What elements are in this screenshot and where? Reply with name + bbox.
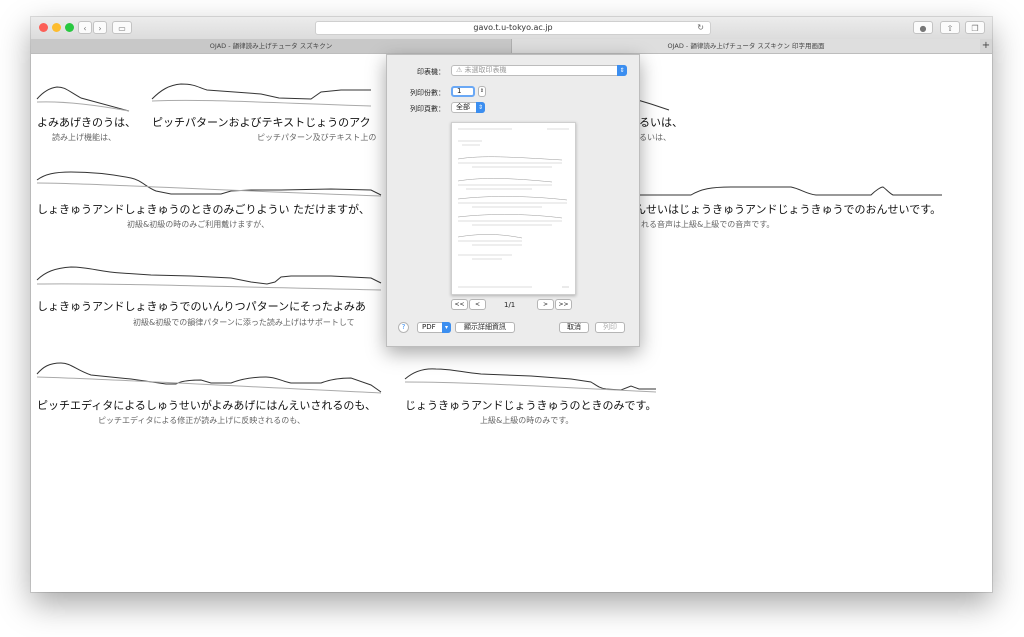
sidebar-icon: ▭: [118, 24, 126, 33]
sentence-reading: ピッチパターンおよびテキストじょうのアク: [152, 116, 371, 129]
pages-value: 全部: [456, 103, 470, 111]
chevron-updown-icon: ⇕: [617, 65, 627, 76]
double-chevron-left-icon: <<: [454, 301, 465, 308]
sentence-gloss: 読み上げ機能は、: [52, 133, 116, 142]
help-icon: ?: [401, 323, 406, 331]
sentence-gloss: ピッチパターン及びテキスト上の: [257, 133, 377, 142]
sentence-gloss: ピッチエディタによる修正が読み上げに反映されるのも、: [98, 416, 305, 425]
reader-button[interactable]: ●: [913, 21, 933, 34]
plus-icon: +: [981, 40, 991, 51]
address-bar[interactable]: gavo.t.u-tokyo.ac.jp ↻: [315, 21, 711, 35]
sentence-reading: しょきゅうアンドしょきゅうのときのみごりようい ただけますが、: [37, 203, 370, 216]
preview-thumbnail: [457, 128, 569, 288]
page-preview: [451, 122, 576, 295]
pages-select[interactable]: 全部 ⇕: [451, 102, 485, 113]
stepper-icon: ⇕: [479, 88, 485, 94]
pdf-menu-button[interactable]: PDF ▾: [417, 322, 451, 333]
sentence-gloss: るいは、: [639, 133, 671, 142]
sentence-reading: るいは、: [639, 116, 683, 129]
zoom-window-button[interactable]: [65, 23, 74, 32]
print-dialog: 印表機： ⚠ 未選取印表機 ⇕ 列印份數： 1 ⇕ 列印頁數： 全部 ⇕ << …: [386, 54, 640, 347]
cancel-label: 取消: [567, 323, 581, 331]
next-page-button[interactable]: >: [537, 299, 554, 310]
tabs-icon: ❐: [971, 24, 979, 33]
reload-icon[interactable]: ↻: [697, 22, 704, 34]
copies-stepper[interactable]: ⇕: [478, 86, 486, 97]
info-icon: ●: [919, 24, 927, 33]
sentence-gloss: 初級&初級の時のみご利用戴けますが、: [127, 220, 270, 229]
show-details-label: 顯示詳細資訊: [464, 323, 506, 331]
sentence-reading: しょきゅうアンドしょきゅうでのいんりつパターンにそったよみあ: [37, 300, 366, 313]
chevron-down-icon: ▾: [442, 322, 451, 333]
close-window-button[interactable]: [39, 23, 48, 32]
tab-main-label: OJAD - 韻律読み上げチュータ スズキクン: [209, 42, 333, 50]
sidebar-button[interactable]: ▭: [112, 21, 132, 34]
sentence-gloss: 初級&初級での韻律パターンに添った読み上げはサポートして: [133, 318, 355, 327]
tab-print-view[interactable]: OJAD - 韻律読み上げチュータ スズキクン 印字用画面: [512, 39, 980, 53]
previous-page-button[interactable]: <: [469, 299, 486, 310]
cancel-button[interactable]: 取消: [559, 322, 589, 333]
back-button[interactable]: ‹: [78, 21, 92, 34]
tabs-overview-button[interactable]: ❐: [965, 21, 985, 34]
tab-bar: OJAD - 韻律読み上げチュータ スズキクン OJAD - 韻律読み上げチュー…: [31, 39, 992, 54]
first-page-button[interactable]: <<: [451, 299, 468, 310]
tab-main[interactable]: OJAD - 韻律読み上げチュータ スズキクン: [31, 39, 512, 53]
print-label: 列印: [603, 323, 617, 331]
share-button[interactable]: ⇧: [940, 21, 960, 34]
sentence-reading: じょうきゅうアンドじょうきゅうのときのみです。: [405, 399, 657, 412]
forward-button[interactable]: ›: [93, 21, 107, 34]
help-button[interactable]: ?: [398, 322, 409, 333]
browser-toolbar: ‹ › ▭ gavo.t.u-tokyo.ac.jp ↻ ● ⇧ ❐: [31, 17, 992, 40]
minimize-window-button[interactable]: [52, 23, 61, 32]
double-chevron-right-icon: >>: [558, 301, 569, 308]
chevron-left-icon: ‹: [83, 24, 87, 33]
page-indicator: 1/1: [504, 301, 516, 309]
printer-select[interactable]: ⚠ 未選取印表機 ⇕: [451, 65, 627, 76]
copies-label: 列印份數：: [410, 89, 445, 97]
url-text: gavo.t.u-tokyo.ac.jp: [473, 23, 553, 32]
print-button[interactable]: 列印: [595, 322, 625, 333]
sentence-gloss: 上級&上級の時のみです。: [480, 416, 574, 425]
pages-label: 列印頁數：: [410, 105, 445, 113]
warning-icon: ⚠: [456, 66, 465, 74]
printer-label: 印表機：: [417, 68, 445, 76]
share-icon: ⇧: [946, 24, 954, 33]
show-details-button[interactable]: 顯示詳細資訊: [455, 322, 515, 333]
copies-input[interactable]: 1: [451, 86, 475, 97]
sentence-reading: よみあげきのうは、: [37, 116, 136, 129]
sentence-gloss: れる音声は上級&上級での音声です。: [641, 220, 775, 229]
chevron-right-icon: >: [542, 301, 549, 308]
sentence-reading: ピッチエディタによるしゅうせいがよみあげにはんえいされるのも、: [37, 399, 377, 412]
chevron-right-icon: ›: [98, 24, 102, 33]
chevron-left-icon: <: [474, 301, 481, 308]
chevron-updown-icon: ⇕: [476, 102, 485, 113]
new-tab-button[interactable]: +: [980, 39, 992, 53]
tab-print-view-label: OJAD - 韻律読み上げチュータ スズキクン 印字用画面: [667, 42, 825, 50]
printer-value: 未選取印表機: [464, 66, 507, 74]
sentence-reading: んせいはじょうきゅうアンドじょうきゅうでのおんせいです。: [635, 203, 942, 216]
pdf-label: PDF: [422, 323, 436, 331]
last-page-button[interactable]: >>: [555, 299, 572, 310]
